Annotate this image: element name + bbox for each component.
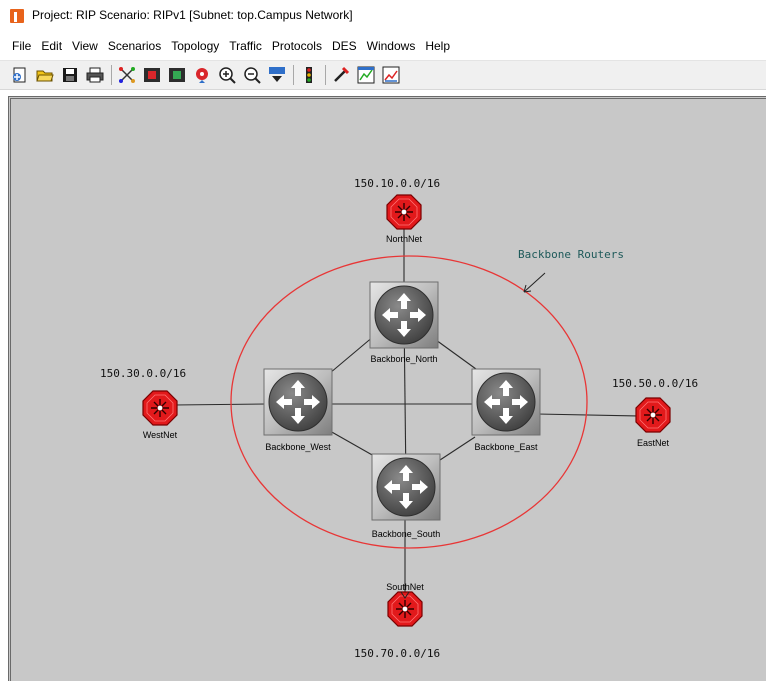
address-label-east: 150.50.0.0/16 — [612, 377, 698, 390]
link-west-south[interactable] — [329, 430, 375, 457]
link-north-east[interactable] — [435, 339, 477, 370]
subnet-westnet[interactable]: WestNet — [142, 390, 178, 440]
subnet-label: NorthNet — [386, 234, 423, 244]
router-backbone-south[interactable]: Backbone_South — [371, 453, 441, 539]
subnet-southnet[interactable]: SouthNet — [386, 582, 424, 627]
router-label: Backbone_South — [372, 529, 441, 539]
annotation-arrow — [523, 272, 546, 293]
router-label: Backbone_West — [265, 442, 331, 452]
address-label-west: 150.30.0.0/16 — [100, 367, 186, 380]
address-label-north: 150.10.0.0/16 — [354, 177, 440, 190]
subnet-label: WestNet — [143, 430, 178, 440]
router-label: Backbone_East — [474, 442, 538, 452]
link-westnet-west[interactable] — [173, 403, 267, 406]
backbone-annotation: Backbone Routers — [518, 248, 624, 261]
subnet-label: EastNet — [637, 438, 670, 448]
subnet-eastnet[interactable]: EastNet — [635, 397, 671, 448]
router-backbone-east[interactable]: Backbone_East — [471, 368, 541, 452]
link-east-eastnet[interactable] — [536, 413, 639, 417]
subnet-icon — [142, 390, 178, 426]
address-label-south: 150.70.0.0/16 — [354, 647, 440, 660]
subnet-icon — [386, 194, 422, 230]
link-south-east[interactable] — [439, 436, 476, 461]
subnet-label: SouthNet — [386, 582, 424, 592]
subnet-icon — [635, 397, 671, 433]
link-west-north[interactable] — [329, 335, 375, 374]
router-backbone-west[interactable]: Backbone_West — [263, 368, 333, 452]
subnet-northnet[interactable]: NorthNet — [386, 194, 423, 244]
network-diagram: Backbone Routers 150.10.0.0/16 150.30.0.… — [100, 177, 698, 660]
router-label: Backbone_North — [370, 354, 437, 364]
